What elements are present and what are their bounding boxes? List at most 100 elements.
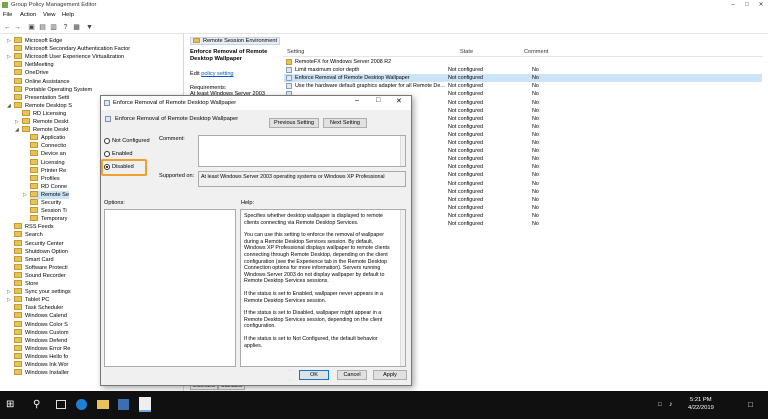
tree-node[interactable]: Windows Custom	[14, 328, 69, 337]
notification-icon[interactable]: □	[748, 400, 753, 409]
tree-node[interactable]: Remote Deskt	[22, 118, 68, 126]
close-icon[interactable]: ✕	[396, 97, 402, 105]
tree-node[interactable]: Windows Defend	[14, 336, 67, 345]
column-comment[interactable]: Comment	[524, 49, 548, 55]
server-manager-icon[interactable]	[118, 399, 129, 410]
tree-node[interactable]: Software Protecti	[14, 263, 68, 272]
search-icon[interactable]: ⚲	[33, 399, 40, 410]
tree-node[interactable]: Device an	[30, 150, 66, 158]
collapse-arrow-icon[interactable]: ◢	[15, 127, 19, 133]
maximize-icon[interactable]: □	[376, 97, 380, 104]
show-tree-icon[interactable]: ▤	[38, 23, 47, 32]
tree-node[interactable]: Tablet PC	[14, 296, 49, 304]
forward-icon[interactable]: →	[13, 23, 22, 32]
tree-node[interactable]: OneDrive	[14, 69, 49, 77]
table-row[interactable]: Limit maximum color depth Not configured N…	[284, 66, 762, 74]
volume-icon[interactable]: ♪	[669, 401, 673, 408]
menu-view[interactable]: View	[43, 12, 55, 18]
previous-setting-button[interactable]: Previous Setting	[269, 118, 319, 128]
tree-node[interactable]: Task Scheduler	[14, 304, 63, 312]
tree-node[interactable]: Connectio	[30, 142, 66, 150]
minimize-icon[interactable]: –	[726, 0, 740, 11]
tree-node[interactable]: Presentation Setti	[14, 93, 69, 102]
tree-node[interactable]: Store	[14, 280, 38, 288]
tree-node[interactable]: Applicatio	[30, 134, 65, 142]
ok-button[interactable]: OK	[299, 370, 329, 380]
menu-help[interactable]: Help	[62, 12, 74, 18]
expand-arrow-icon[interactable]: ▷	[7, 54, 11, 60]
edit-policy-link[interactable]: policy setting	[201, 71, 233, 77]
tree-node[interactable]: Smart Card	[14, 255, 54, 264]
edge-icon[interactable]	[76, 399, 87, 410]
tree-node[interactable]: Temporary	[30, 215, 67, 223]
tree-node[interactable]: Shutdown Option	[14, 247, 68, 256]
expand-arrow-icon[interactable]: ▷	[23, 192, 27, 198]
menu-file[interactable]: File	[3, 12, 12, 18]
tree-node[interactable]: Microsoft Secondary Authentication Facto…	[14, 45, 130, 53]
tree-node[interactable]: NetMeeting	[14, 61, 54, 69]
cell-state: Not configured	[448, 115, 484, 122]
apply-button[interactable]: Apply	[373, 370, 407, 380]
tree-node[interactable]: Remote Deskt	[22, 126, 68, 134]
tree-node[interactable]: Sync your settings	[14, 288, 71, 296]
tree-node[interactable]: Portable Operating System	[14, 85, 92, 94]
tree-node[interactable]: Security	[30, 199, 61, 207]
comment-scrollbar[interactable]	[400, 136, 405, 166]
radio-enabled[interactable]	[104, 151, 110, 157]
comment-field[interactable]	[198, 135, 406, 167]
table-row[interactable]: Enforce Removal of Remote Desktop Wallpa…	[284, 74, 762, 83]
tree-node[interactable]: RD Licensing	[22, 109, 66, 118]
tree-node[interactable]: Online Assistance	[14, 77, 69, 86]
tree-node[interactable]: Windows Ink Wor	[14, 361, 68, 369]
expand-arrow-icon[interactable]: ▷	[7, 297, 11, 303]
help-icon[interactable]: ?	[61, 23, 70, 32]
table-row[interactable]: RemoteFX for Windows Server 2008 R2	[284, 58, 762, 66]
expand-arrow-icon[interactable]: ▷	[7, 38, 11, 44]
minimize-icon[interactable]: –	[355, 97, 359, 104]
next-setting-button[interactable]: Next Setting	[323, 118, 367, 128]
export-icon[interactable]: ▥	[49, 23, 58, 32]
radio-not-configured[interactable]	[104, 138, 110, 144]
tree-node[interactable]: Printer Re	[30, 166, 66, 175]
tree-node[interactable]: Session Ti	[30, 207, 67, 215]
tree-node[interactable]: Search	[14, 231, 43, 239]
menu-action[interactable]: Action	[20, 12, 36, 18]
tree-node[interactable]: RD Conne	[30, 182, 67, 191]
properties-icon[interactable]: ▦	[72, 23, 81, 32]
tree-node[interactable]: Windows Installer	[14, 369, 69, 377]
tree-node[interactable]: Windows Hello fo	[14, 352, 68, 361]
clock-time[interactable]: 5:21 PM	[690, 397, 712, 403]
network-icon[interactable]: □	[658, 402, 662, 408]
expand-arrow-icon[interactable]: ▷	[7, 289, 11, 295]
task-view-icon[interactable]	[56, 400, 66, 409]
tree-node[interactable]: Sound Recorder	[14, 271, 66, 280]
tree-node[interactable]: Microsoft User Experience Virtualization	[14, 53, 124, 61]
tab-remote-session-environment[interactable]: Remote Session Environment	[190, 37, 280, 45]
tree-node[interactable]: Windows Color S	[14, 320, 68, 329]
close-icon[interactable]: ✕	[754, 0, 768, 11]
collapse-arrow-icon[interactable]: ◢	[7, 103, 11, 109]
tree-node[interactable]: Profiles	[30, 174, 60, 183]
expand-arrow-icon[interactable]: ▷	[15, 119, 19, 125]
back-icon[interactable]: ←	[3, 23, 12, 32]
tree-node[interactable]: Windows Calend	[14, 312, 67, 320]
clock-date[interactable]: 4/22/2019	[688, 405, 714, 411]
tree-node[interactable]: Security Center	[14, 239, 64, 248]
column-setting[interactable]: Setting	[287, 49, 304, 55]
gpmc-taskbar-icon[interactable]	[139, 397, 151, 412]
cancel-button[interactable]: Cancel	[337, 370, 367, 380]
maximize-icon[interactable]: □	[740, 0, 754, 11]
explorer-icon[interactable]	[97, 400, 109, 409]
tree-node[interactable]: Remote Se	[30, 190, 69, 199]
tree-node[interactable]: Remote Desktop S	[14, 101, 72, 110]
help-scrollbar[interactable]	[400, 210, 405, 366]
tree-node[interactable]: RSS Feeds	[14, 223, 54, 231]
column-state[interactable]: State	[460, 49, 473, 55]
start-icon[interactable]: ⊞	[6, 400, 16, 410]
filter-icon[interactable]: ▼	[85, 23, 94, 32]
tree-node[interactable]: Licensing	[30, 158, 65, 167]
up-folder-icon[interactable]: ▣	[27, 23, 36, 32]
tree-node[interactable]: Microsoft Edge	[14, 37, 62, 45]
table-row[interactable]: Use the hardware default graphics adapte…	[284, 82, 762, 90]
tree-node[interactable]: Windows Error Re	[14, 344, 70, 353]
